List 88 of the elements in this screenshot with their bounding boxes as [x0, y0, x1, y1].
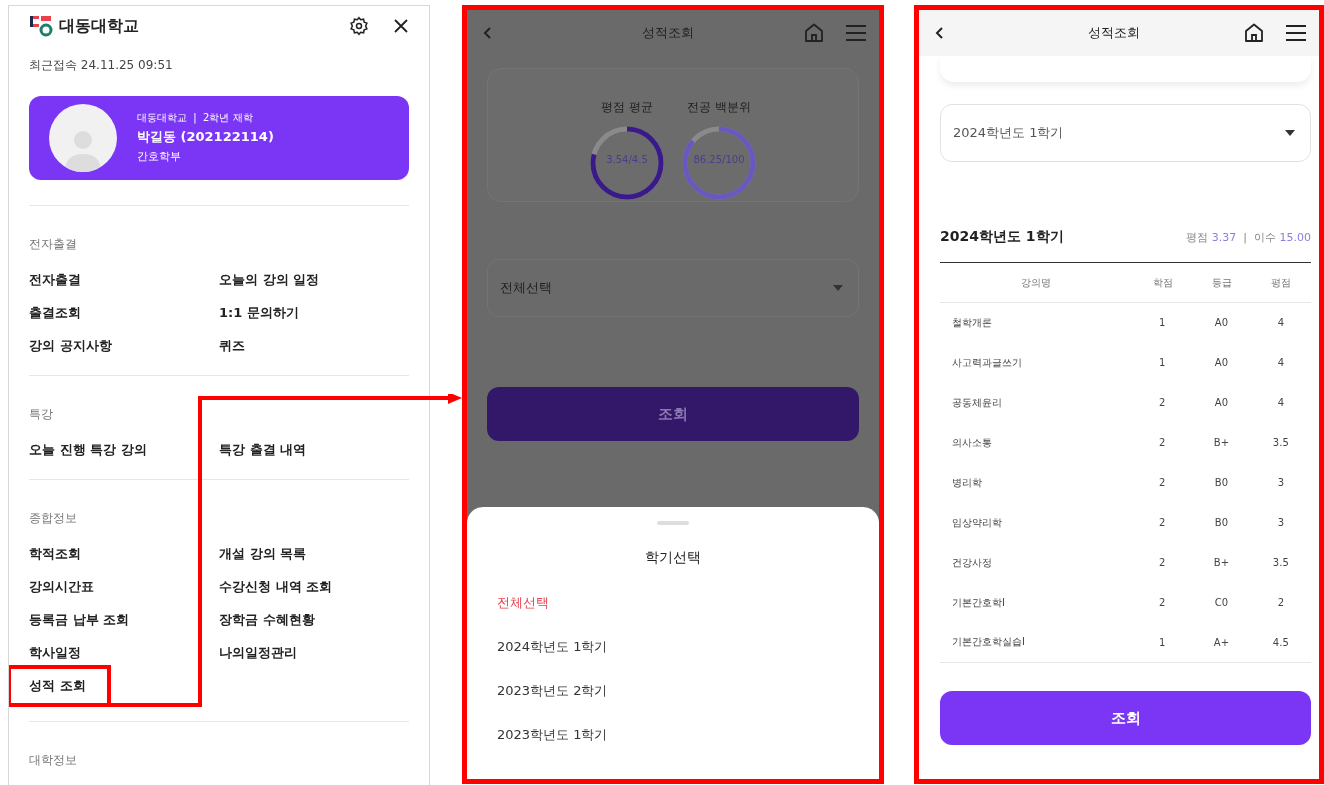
- back-icon[interactable]: [935, 26, 945, 40]
- logo-text: 대동대학교: [59, 15, 140, 37]
- menu-item[interactable]: 학사일정: [29, 642, 219, 664]
- table-cell-text: 2: [1157, 556, 1167, 570]
- profile-school-text: 대동대학교 | 2학년 재학: [137, 111, 254, 126]
- table-cell-text: 3.5: [1271, 556, 1290, 570]
- table-cell-text: B+: [1212, 436, 1231, 450]
- term-title: 2024학년도 1학기: [940, 228, 1064, 246]
- table-cell-text: B+: [1212, 556, 1231, 570]
- menu-item[interactable]: 장학금 수혜현황: [219, 609, 409, 631]
- term-summary: 평점 3.37 | 이수 15.00: [1186, 229, 1311, 245]
- gauge-label: 전공 백분위: [687, 99, 751, 116]
- menu-item[interactable]: 학적조회: [29, 543, 219, 565]
- last-access-text: 최근접속 24.11.25 09:51: [29, 56, 174, 74]
- table-cell: 4: [1251, 302, 1311, 343]
- search-button[interactable]: 조회: [487, 387, 859, 441]
- table-cell-text: B0: [1213, 476, 1230, 490]
- home-icon[interactable]: [1243, 22, 1265, 44]
- screen-title: 성적조회: [1087, 24, 1141, 42]
- table-cell: 기본간호학실습I: [940, 622, 1133, 663]
- table-cell-text: 2: [1157, 476, 1167, 490]
- section-title: 종합정보: [29, 510, 78, 527]
- table-cell-text: A0: [1213, 396, 1230, 410]
- table-cell-text: 사고력과글쓰기: [951, 355, 1023, 370]
- table-cell: A0: [1192, 302, 1252, 343]
- section-title: 특강: [29, 406, 54, 423]
- sheet-title: 학기선택: [645, 549, 701, 567]
- table-cell-text: 2: [1157, 396, 1167, 410]
- table-cell-text: 2: [1157, 596, 1167, 610]
- table-cell-text: 건강사정: [951, 555, 993, 570]
- table-cell-text: 3: [1276, 516, 1285, 530]
- table-cell-text: 임상약리학: [951, 515, 1003, 530]
- screen-title: 성적조회: [641, 24, 695, 42]
- table-cell-text: 공동체윤리: [951, 395, 1003, 410]
- caret-icon: [1284, 129, 1296, 137]
- table-cell: 1: [1132, 302, 1193, 343]
- column-header: 학점: [1132, 262, 1193, 303]
- semester-option[interactable]: 2024학년도 1학기: [467, 625, 879, 669]
- section-title: 전자출결: [29, 236, 78, 253]
- table-cell-text: A0: [1213, 356, 1230, 370]
- menu-item[interactable]: 등록금 납부 조회: [29, 609, 219, 631]
- table-cell-text: C0: [1213, 596, 1230, 610]
- menu-item[interactable]: 강의 공지사항: [29, 335, 219, 357]
- semester-option[interactable]: 전체선택: [467, 581, 879, 625]
- semester-option[interactable]: 2023학년도 2학기: [467, 669, 879, 713]
- menu-item[interactable]: 특강 출결 내역: [219, 439, 409, 461]
- table-cell-text: 4: [1276, 396, 1285, 410]
- semester-select[interactable]: 2024학년도 1학기: [940, 104, 1311, 162]
- menu-item[interactable]: 1:1 문의하기: [219, 302, 409, 324]
- menu-item[interactable]: 퀴즈: [219, 335, 409, 357]
- table-cell-text: 1: [1157, 356, 1167, 370]
- menu-item[interactable]: 개설 강의 목록: [219, 543, 409, 565]
- table-cell-text: 2: [1157, 436, 1167, 450]
- table-cell-text: 기본간호학I: [951, 595, 1006, 610]
- column-header: 강의명: [940, 262, 1133, 303]
- table-cell-text: 병리학: [951, 475, 983, 490]
- column-header: 등급: [1192, 262, 1252, 303]
- menu-item[interactable]: 출결조회: [29, 302, 219, 324]
- table-cell-text: B0: [1213, 516, 1230, 530]
- menu-item[interactable]: 오늘의 강의 일정: [219, 269, 409, 291]
- table-cell: A+: [1192, 622, 1252, 663]
- gauge-label: 평점 평균: [601, 99, 653, 116]
- sheet-handle[interactable]: [657, 521, 689, 525]
- menu-item[interactable]: 나의일정관리: [219, 642, 409, 664]
- settings-icon[interactable]: [349, 16, 369, 37]
- table-cell-text: 2: [1157, 516, 1167, 530]
- table-cell: 1: [1132, 622, 1193, 663]
- menu-icon[interactable]: [1285, 24, 1307, 42]
- menu-item[interactable]: 강의시간표: [29, 576, 219, 598]
- section-title: 대학정보: [29, 752, 78, 769]
- table-cell-text: 4: [1276, 356, 1285, 370]
- table-cell-text: 의사소통: [951, 435, 993, 450]
- menu-item[interactable]: 전자출결: [29, 269, 219, 291]
- caret-icon: [832, 284, 844, 292]
- profile-department-text: 간호학부: [137, 149, 182, 165]
- menu-item[interactable]: 오늘 진행 특강 강의: [29, 439, 219, 461]
- table-cell-text: 2: [1276, 596, 1285, 610]
- profile-name-text: 박길동 (202122114): [137, 128, 274, 147]
- table-cell-text: 3: [1276, 476, 1285, 490]
- semester-option[interactable]: 2023학년도 1학기: [467, 713, 879, 757]
- table-cell: 철학개론: [940, 302, 1133, 343]
- menu-item[interactable]: 수강신청 내역 조회: [219, 576, 409, 598]
- column-header: 평점: [1251, 262, 1311, 303]
- logo-icon: [29, 15, 53, 38]
- search-button[interactable]: 조회: [940, 691, 1311, 745]
- table-cell: 4.5: [1251, 622, 1311, 663]
- table-cell-text: 3.5: [1271, 436, 1290, 450]
- close-icon[interactable]: [393, 18, 409, 35]
